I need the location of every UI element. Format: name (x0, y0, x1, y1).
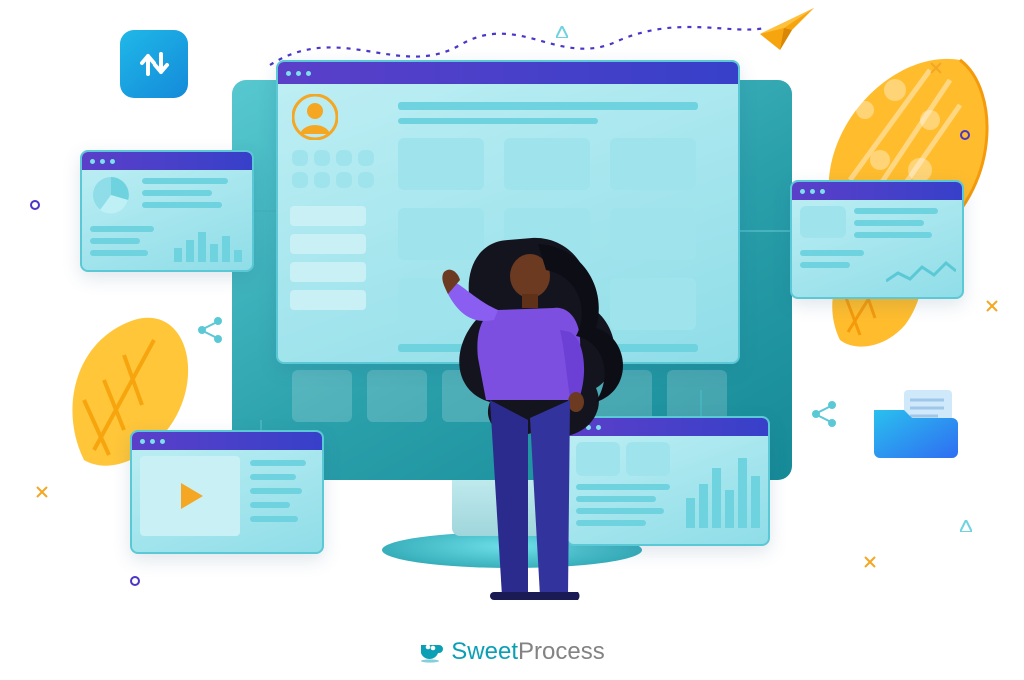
dashboard-tile[interactable] (398, 138, 484, 190)
circle-icon (130, 576, 140, 586)
brand-logo: SweetProcess (0, 638, 1024, 670)
video-thumbnail[interactable] (140, 456, 240, 536)
paper-plane-icon (758, 6, 816, 52)
swap-badge (120, 30, 188, 98)
dashboard-tile[interactable] (610, 138, 696, 190)
bar-chart-icon (174, 226, 244, 264)
triangle-icon (556, 26, 568, 38)
play-icon (173, 479, 207, 513)
person-illustration (420, 220, 640, 600)
window-video[interactable] (130, 430, 324, 554)
dashboard-tile[interactable] (504, 138, 590, 190)
avatar-icon (292, 94, 338, 140)
circle-icon (30, 200, 40, 210)
illustration-stage: { "brand": { "part1": "Sweet", "part2": … (0, 0, 1024, 680)
share-icon (196, 316, 224, 344)
triangle-icon (960, 520, 972, 532)
cross-icon (930, 62, 942, 74)
cross-icon (36, 486, 48, 498)
circle-icon (960, 130, 970, 140)
pie-chart-icon (90, 174, 132, 216)
window-report[interactable] (790, 180, 964, 299)
share-icon (810, 400, 838, 428)
brand-text-sweet: Sweet (451, 638, 518, 665)
brand-text-process: Process (518, 638, 605, 665)
cross-icon (864, 556, 876, 568)
cross-icon (986, 300, 998, 312)
window-analytics[interactable] (80, 150, 254, 272)
sparkline-icon (886, 257, 956, 291)
bar-chart-icon (686, 446, 760, 530)
swap-arrows-icon (134, 44, 174, 84)
window-titlebar (82, 152, 252, 170)
folder-icon (870, 390, 960, 460)
cup-icon (419, 641, 445, 670)
